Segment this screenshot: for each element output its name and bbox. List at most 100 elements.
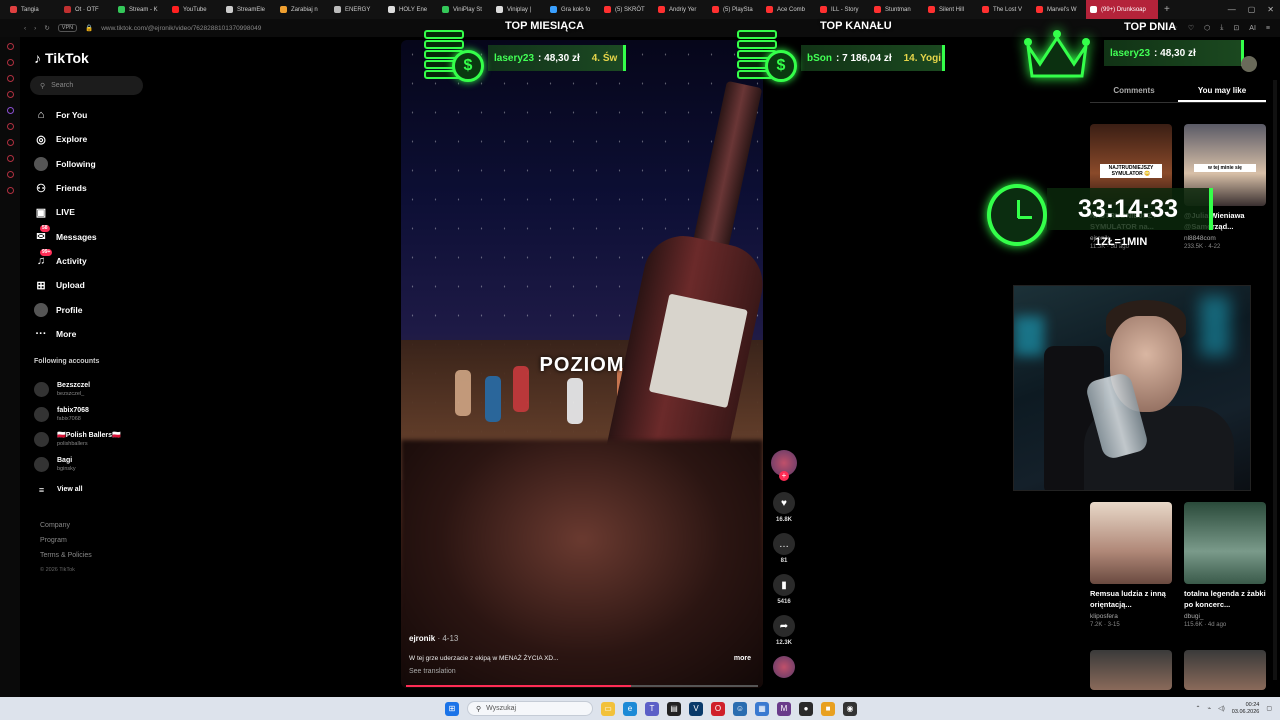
see-translation-link[interactable]: See translation xyxy=(409,668,755,675)
browser-tab[interactable]: Marvel's W xyxy=(1032,0,1086,19)
nav-item-upload[interactable]: ⊞ Upload xyxy=(34,273,154,297)
browser-tab[interactable]: Silent Hill xyxy=(924,0,978,19)
reload-icon[interactable]: ↻ xyxy=(44,24,49,32)
video-author-line[interactable]: ejronik · 4-13 xyxy=(409,634,755,643)
browser-tab[interactable]: Tangia xyxy=(6,0,60,19)
obs-icon[interactable]: ● xyxy=(799,701,813,716)
nav-item-friends[interactable]: ⚇ Friends xyxy=(34,176,154,200)
recommended-video-card[interactable]: Remsua ludzia z inną orięntacją... klipos… xyxy=(1090,502,1172,628)
browser-tab[interactable]: ViniPlay St xyxy=(438,0,492,19)
nav-item-more[interactable]: ··· More xyxy=(34,322,154,346)
creator-avatar-button[interactable]: + xyxy=(770,450,798,481)
rail-icon[interactable] xyxy=(6,43,14,50)
video-thumbnail[interactable] xyxy=(1090,502,1172,584)
rail-icon[interactable] xyxy=(6,139,14,146)
opera-icon[interactable]: O xyxy=(711,701,725,716)
browser-tab[interactable]: ILL - Story xyxy=(816,0,870,19)
back-icon[interactable]: ‹ xyxy=(24,25,26,32)
browser-tab[interactable]: Zarabiaj n xyxy=(276,0,330,19)
app-icon[interactable]: ■ xyxy=(821,701,835,716)
browser-tab[interactable]: YouTube xyxy=(168,0,222,19)
browser-tab[interactable]: (5) PlaySta xyxy=(708,0,762,19)
app-icon[interactable]: ◉ xyxy=(843,701,857,716)
browser-tab[interactable]: StreamEle xyxy=(222,0,276,19)
comment-icon[interactable]: … xyxy=(773,533,795,555)
view-all-link[interactable]: ≡ View all xyxy=(34,477,154,502)
rail-icon[interactable] xyxy=(6,155,14,162)
minimize-icon[interactable]: — xyxy=(1228,5,1236,14)
card-title[interactable]: totalna legenda z żabki po koncerc... xyxy=(1184,588,1266,610)
rail-icon[interactable] xyxy=(6,123,14,130)
nav-item-following[interactable]: Following xyxy=(34,152,154,176)
browser-tab[interactable]: Ot · OTF xyxy=(60,0,114,19)
video-thumbnail[interactable] xyxy=(1184,502,1266,584)
browser-tab[interactable]: Stuntman xyxy=(870,0,924,19)
volume-icon[interactable]: ◁) xyxy=(1218,705,1225,712)
scrollbar[interactable] xyxy=(1273,80,1277,680)
nav-item-live[interactable]: ▣ LIVE xyxy=(34,200,154,224)
share-icon[interactable]: ➦ xyxy=(773,615,795,637)
nav-item-activity[interactable]: ♫ 99+ Activity xyxy=(34,248,154,273)
edge-icon[interactable]: e xyxy=(623,701,637,716)
video-thumbnail[interactable] xyxy=(1090,650,1172,690)
card-author[interactable]: dbugi_ xyxy=(1184,613,1266,620)
sound-button[interactable] xyxy=(770,656,798,678)
maximize-icon[interactable]: ▢ xyxy=(1248,5,1256,14)
heart-icon[interactable]: ♥ xyxy=(773,492,795,514)
twitch-icon[interactable] xyxy=(6,107,14,114)
browser-tab[interactable]: Viniplay | xyxy=(492,0,546,19)
browser-tab-active[interactable]: (99+) Drunksoap xyxy=(1086,0,1158,19)
recommended-video-card[interactable]: totalna legenda z żabki po koncerc... dbu… xyxy=(1184,502,1266,628)
sound-disc-icon[interactable] xyxy=(773,656,795,678)
url-field[interactable]: www.tiktok.com/@ejronik/video/7628288101… xyxy=(101,25,261,32)
app-icon[interactable]: M xyxy=(777,701,791,716)
video-progress-bar[interactable] xyxy=(406,685,758,687)
video-thumbnail[interactable] xyxy=(1184,650,1266,690)
recommended-video-card[interactable] xyxy=(1090,650,1172,690)
video-author[interactable]: ejronik xyxy=(409,634,435,643)
vscode-icon[interactable]: V xyxy=(689,701,703,716)
rail-icon[interactable] xyxy=(6,59,14,66)
more-link[interactable]: more xyxy=(734,655,751,662)
share-button[interactable]: ➦ 12.3K xyxy=(770,615,798,646)
card-title[interactable]: Remsua ludzia z inną orięntacją... xyxy=(1090,588,1172,610)
creator-avatar[interactable]: + xyxy=(771,450,797,481)
network-icon[interactable]: ⌁ xyxy=(1208,705,1212,712)
tab-you-may-like[interactable]: You may like xyxy=(1178,80,1266,102)
taskbar-search[interactable]: ⚲ Wyszukaj xyxy=(467,701,593,716)
browser-tab[interactable]: HOLY Ene xyxy=(384,0,438,19)
rail-icon[interactable] xyxy=(6,171,14,178)
menu-icon[interactable]: ≡ xyxy=(1266,25,1270,32)
tiktok-logo[interactable]: ♪ TikTok xyxy=(34,50,89,66)
terminal-icon[interactable]: ▤ xyxy=(667,701,681,716)
follow-plus-icon[interactable]: + xyxy=(779,471,789,481)
card-author[interactable]: klipos​fera xyxy=(1090,613,1172,620)
comment-button[interactable]: … 81 xyxy=(770,533,798,564)
following-account[interactable]: Bezszczel bezszczel_ xyxy=(34,377,154,402)
following-account[interactable]: fabix7068 fabix7068 xyxy=(34,402,154,427)
footer-link[interactable]: Company xyxy=(40,518,92,533)
footer-link[interactable]: Terms & Policies xyxy=(40,548,92,563)
following-account[interactable]: 🇵🇱Polish Ballers🇵🇱 polishballers xyxy=(34,427,154,452)
vpn-badge[interactable]: VPN xyxy=(57,24,78,32)
discord-icon[interactable]: ☺ xyxy=(733,701,747,716)
taskbar-clock[interactable]: 00:24 03.06.2026 xyxy=(1232,702,1260,716)
start-icon[interactable]: ⊞ xyxy=(445,701,459,716)
rail-icon[interactable] xyxy=(6,91,14,98)
nav-item-for-you[interactable]: ⌂ For You xyxy=(34,103,154,127)
search-input[interactable]: ⚲ Search xyxy=(30,76,143,95)
new-tab-icon[interactable]: + xyxy=(1158,4,1176,15)
browser-tab[interactable]: ENERGY xyxy=(330,0,384,19)
browser-tab[interactable]: Stream - K xyxy=(114,0,168,19)
following-account[interactable]: Bagi bginsky xyxy=(34,452,154,477)
recommended-video-card[interactable] xyxy=(1184,650,1266,690)
nav-item-explore[interactable]: ◎ Explore xyxy=(34,127,154,151)
close-icon[interactable]: ✕ xyxy=(1267,5,1274,14)
browser-tab[interactable]: The Lost V xyxy=(978,0,1032,19)
footer-link[interactable]: Program xyxy=(40,533,92,548)
rail-icon[interactable] xyxy=(6,187,14,194)
video-player[interactable]: POZIOM ejronik · 4-13 W tej grze uderzac… xyxy=(401,40,763,688)
nav-item-profile[interactable]: Profile xyxy=(34,297,154,321)
nav-item-messages[interactable]: ✉ 58 Messages xyxy=(34,224,154,248)
tab-comments[interactable]: Comments xyxy=(1090,80,1178,102)
